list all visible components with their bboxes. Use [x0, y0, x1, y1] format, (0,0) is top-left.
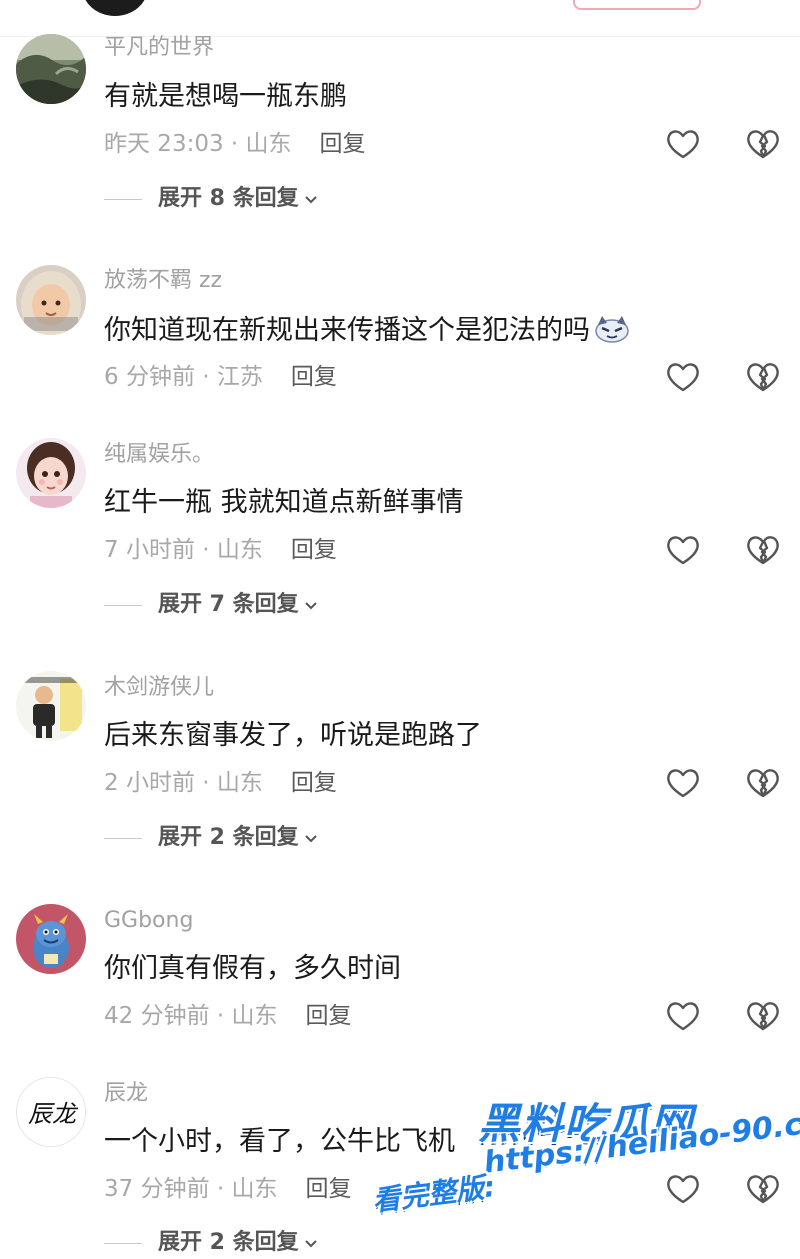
- comment-text: 一个小时，看了，公牛比飞机: [104, 1126, 455, 1157]
- doll-girl-avatar[interactable]: [16, 438, 86, 508]
- comment-screen: 平凡的世界 有就是想喝一瓶东鹏 昨天 23:03 · 山东 回复 展开 8 条回复: [0, 0, 800, 1259]
- chevron-down-icon: [304, 602, 317, 610]
- username[interactable]: 纯属娱乐。: [104, 440, 214, 470]
- time-location: 37 分钟前 · 山东: [104, 1176, 278, 1202]
- divider: [104, 198, 142, 200]
- comment-text: 后来东窗事发了，听说是跑路了: [104, 720, 482, 751]
- smug-cat-emoji: [595, 316, 629, 343]
- comment-text: 你知道现在新规出来传播这个是犯法的吗: [104, 312, 630, 350]
- blue-dragon-avatar[interactable]: [16, 904, 86, 974]
- time-location: 42 分钟前 · 山东: [104, 1003, 278, 1029]
- divider: [104, 604, 142, 606]
- more-icon[interactable]: [768, 0, 782, 6]
- heart-outline-icon[interactable]: [666, 1173, 700, 1205]
- comment-meta: 2 小时前 · 山东 回复: [104, 766, 337, 800]
- reply-button[interactable]: 回复: [306, 1176, 352, 1202]
- broken-heart-icon[interactable]: [746, 1173, 780, 1205]
- username[interactable]: 平凡的世界: [104, 33, 214, 63]
- broken-heart-icon[interactable]: [746, 128, 780, 160]
- comment-meta: 37 分钟前 · 山东 回复: [104, 1172, 352, 1206]
- reply-button[interactable]: 回复: [291, 770, 337, 796]
- heart-outline-icon[interactable]: [666, 767, 700, 799]
- author-avatar[interactable]: [82, 0, 148, 16]
- watermark-label: 看完整版:: [370, 1169, 497, 1218]
- comment-meta: 6 分钟前 · 江苏 回复: [104, 360, 337, 394]
- time-location: 昨天 23:03 · 山东: [104, 131, 292, 157]
- broken-heart-icon[interactable]: [746, 1000, 780, 1032]
- expand-replies-button[interactable]: 展开 7 条回复: [104, 588, 319, 622]
- chevron-down-icon: [304, 835, 317, 843]
- broken-heart-icon[interactable]: [746, 534, 780, 566]
- expand-label: 展开 7 条回复: [158, 592, 299, 617]
- hooded-child-avatar[interactable]: [16, 265, 86, 335]
- heart-outline-icon[interactable]: [666, 534, 700, 566]
- username[interactable]: 木剑游侠儿: [104, 673, 214, 703]
- time-location: 7 小时前 · 山东: [104, 537, 263, 563]
- time-location: 6 分钟前 · 江苏: [104, 364, 263, 390]
- divider: [104, 1242, 142, 1244]
- cartoon-man-avatar[interactable]: [16, 671, 86, 741]
- chevron-down-icon: [304, 1240, 317, 1248]
- heart-outline-icon[interactable]: [666, 361, 700, 393]
- comment-meta: 昨天 23:03 · 山东 回复: [104, 127, 366, 161]
- comment-text-body: 你知道现在新规出来传播这个是犯法的吗: [104, 315, 590, 346]
- expand-label: 展开 2 条回复: [158, 1230, 299, 1255]
- top-bar: [0, 0, 800, 34]
- time-location: 2 小时前 · 山东: [104, 770, 263, 796]
- watermark-title: 黑料吃瓜网: [478, 1099, 694, 1148]
- comment-text: 你们真有假有，多久时间: [104, 953, 401, 984]
- avatar-calligraphy-text: 辰龙: [28, 1100, 79, 1128]
- reply-button[interactable]: 回复: [306, 1003, 352, 1029]
- comment-text: 有就是想喝一瓶东鹏: [104, 81, 347, 112]
- heart-outline-icon[interactable]: [666, 1000, 700, 1032]
- reply-button[interactable]: 回复: [320, 131, 366, 157]
- watermark-url: https://heiliao-90.com: [482, 1100, 800, 1181]
- username[interactable]: 放荡不羁 zz: [104, 266, 222, 296]
- calligraphy-avatar[interactable]: 辰龙: [16, 1077, 86, 1147]
- expand-replies-button[interactable]: 展开 8 条回复: [104, 182, 319, 216]
- divider: [104, 837, 142, 839]
- expand-replies-button[interactable]: 展开 2 条回复: [104, 821, 319, 855]
- watermark: 黑料吃瓜网 https://heiliao-90.com 看完整版:: [360, 1088, 800, 1259]
- expand-label: 展开 2 条回复: [158, 825, 299, 850]
- heart-outline-icon[interactable]: [666, 128, 700, 160]
- comment-meta: 42 分钟前 · 山东 回复: [104, 999, 352, 1033]
- reply-button[interactable]: 回复: [291, 537, 337, 563]
- username[interactable]: 辰龙: [104, 1079, 148, 1109]
- username[interactable]: GGbong: [104, 906, 193, 936]
- comment-text: 红牛一瓶 我就知道点新鲜事情: [104, 487, 464, 518]
- follow-button[interactable]: [573, 0, 701, 10]
- comment-meta: 7 小时前 · 山东 回复: [104, 533, 337, 567]
- chevron-down-icon: [304, 196, 317, 204]
- broken-heart-icon[interactable]: [746, 767, 780, 799]
- expand-label: 展开 8 条回复: [158, 186, 299, 211]
- landscape-avatar[interactable]: [16, 34, 86, 104]
- reply-button[interactable]: 回复: [291, 364, 337, 390]
- expand-replies-button[interactable]: 展开 2 条回复: [104, 1226, 319, 1259]
- broken-heart-icon[interactable]: [746, 361, 780, 393]
